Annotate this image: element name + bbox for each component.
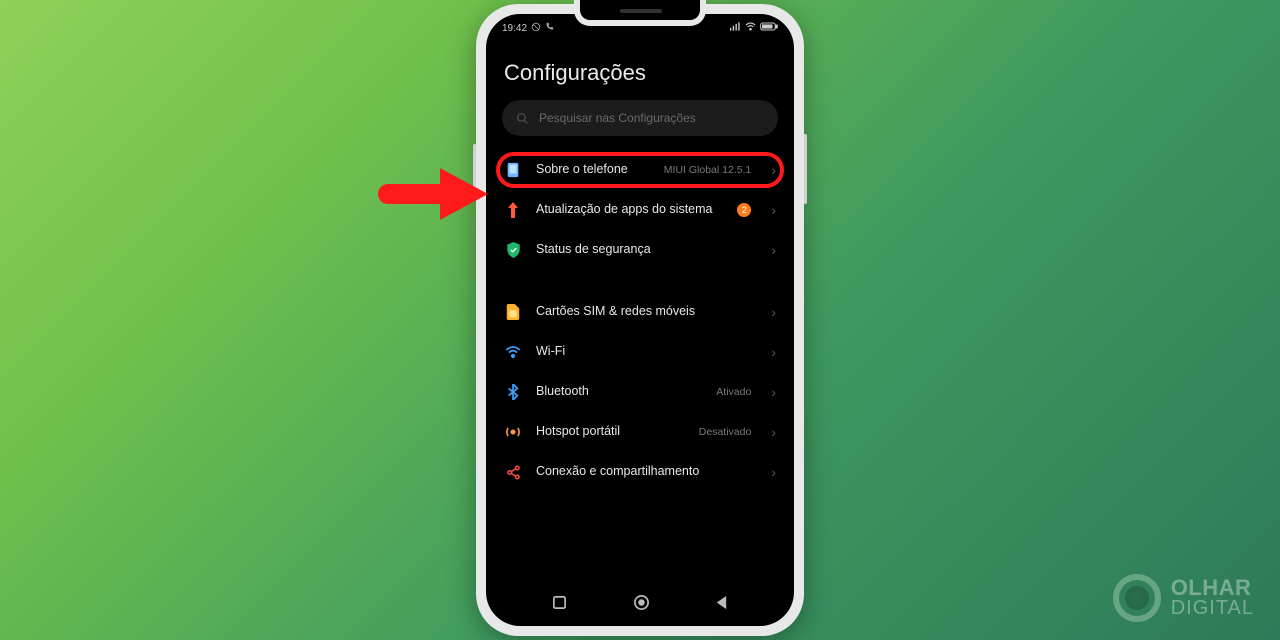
wifi-icon: [745, 22, 756, 34]
chevron-right-icon: ›: [771, 162, 776, 178]
notification-badge: 2: [737, 203, 751, 217]
search-input[interactable]: Pesquisar nas Configurações: [502, 100, 778, 136]
dnd-icon: [531, 22, 541, 35]
chevron-right-icon: ›: [771, 424, 776, 440]
row-label: Conexão e compartilhamento: [536, 464, 757, 480]
phone-notch: [574, 0, 706, 26]
nav-home-button[interactable]: [633, 594, 650, 616]
watermark-line2: DIGITAL: [1171, 599, 1254, 618]
search-icon: [516, 112, 529, 125]
shield-check-icon: [504, 242, 522, 258]
row-about-phone[interactable]: Sobre o telefone MIUI Global 12.5.1 ›: [502, 150, 778, 190]
update-arrow-icon: [504, 202, 522, 218]
about-phone-icon: [504, 162, 522, 178]
row-meta: Desativado: [699, 426, 752, 438]
annotation-arrow: [378, 168, 488, 220]
row-label: Hotspot portátil: [536, 424, 685, 440]
status-time: 19:42: [502, 23, 527, 34]
chevron-right-icon: ›: [771, 202, 776, 218]
bluetooth-icon: [504, 384, 522, 400]
battery-icon: [760, 22, 778, 34]
chevron-right-icon: ›: [771, 344, 776, 360]
row-wifi[interactable]: Wi-Fi ›: [502, 332, 778, 372]
row-label: Sobre o telefone: [536, 162, 650, 178]
row-bluetooth[interactable]: Bluetooth Ativado ›: [502, 372, 778, 412]
page-title: Configurações: [504, 60, 778, 86]
settings-content[interactable]: Configurações Pesquisar nas Configuraçõe…: [486, 36, 794, 492]
hotspot-icon: [504, 424, 522, 440]
share-icon: [504, 465, 522, 480]
row-connection-sharing[interactable]: Conexão e compartilhamento ›: [502, 452, 778, 492]
row-hotspot[interactable]: Hotspot portátil Desativado ›: [502, 412, 778, 452]
nav-back-button[interactable]: [715, 595, 728, 615]
section-gap: [502, 270, 778, 292]
nav-recent-button[interactable]: [552, 595, 567, 615]
row-security-status[interactable]: Status de segurança ›: [502, 230, 778, 270]
row-label: Status de segurança: [536, 242, 757, 258]
chevron-right-icon: ›: [771, 304, 776, 320]
chevron-right-icon: ›: [771, 384, 776, 400]
row-meta: Ativado: [716, 386, 751, 398]
watermark-ring-icon: [1113, 574, 1161, 622]
row-label: Cartões SIM & redes móveis: [536, 304, 757, 320]
watermark-logo: OLHAR DIGITAL: [1113, 574, 1254, 622]
watermark-line1: OLHAR: [1171, 578, 1254, 599]
row-meta: MIUI Global 12.5.1: [664, 164, 752, 176]
row-sim-networks[interactable]: Cartões SIM & redes móveis ›: [502, 292, 778, 332]
phone-screen: 19:42 Configuraçõ: [486, 14, 794, 626]
row-label: Wi-Fi: [536, 344, 757, 360]
signal-icon: [730, 22, 741, 34]
chevron-right-icon: ›: [771, 464, 776, 480]
phone-call-icon: [545, 22, 554, 34]
sim-icon: [504, 304, 522, 320]
row-system-apps-update[interactable]: Atualização de apps do sistema 2 ›: [502, 190, 778, 230]
search-placeholder: Pesquisar nas Configurações: [539, 111, 696, 125]
row-label: Bluetooth: [536, 384, 702, 400]
android-navbar: [486, 588, 794, 622]
phone-frame: 19:42 Configuraçõ: [476, 4, 804, 636]
chevron-right-icon: ›: [771, 242, 776, 258]
row-label: Atualização de apps do sistema: [536, 202, 723, 218]
wifi-icon: [504, 345, 522, 359]
